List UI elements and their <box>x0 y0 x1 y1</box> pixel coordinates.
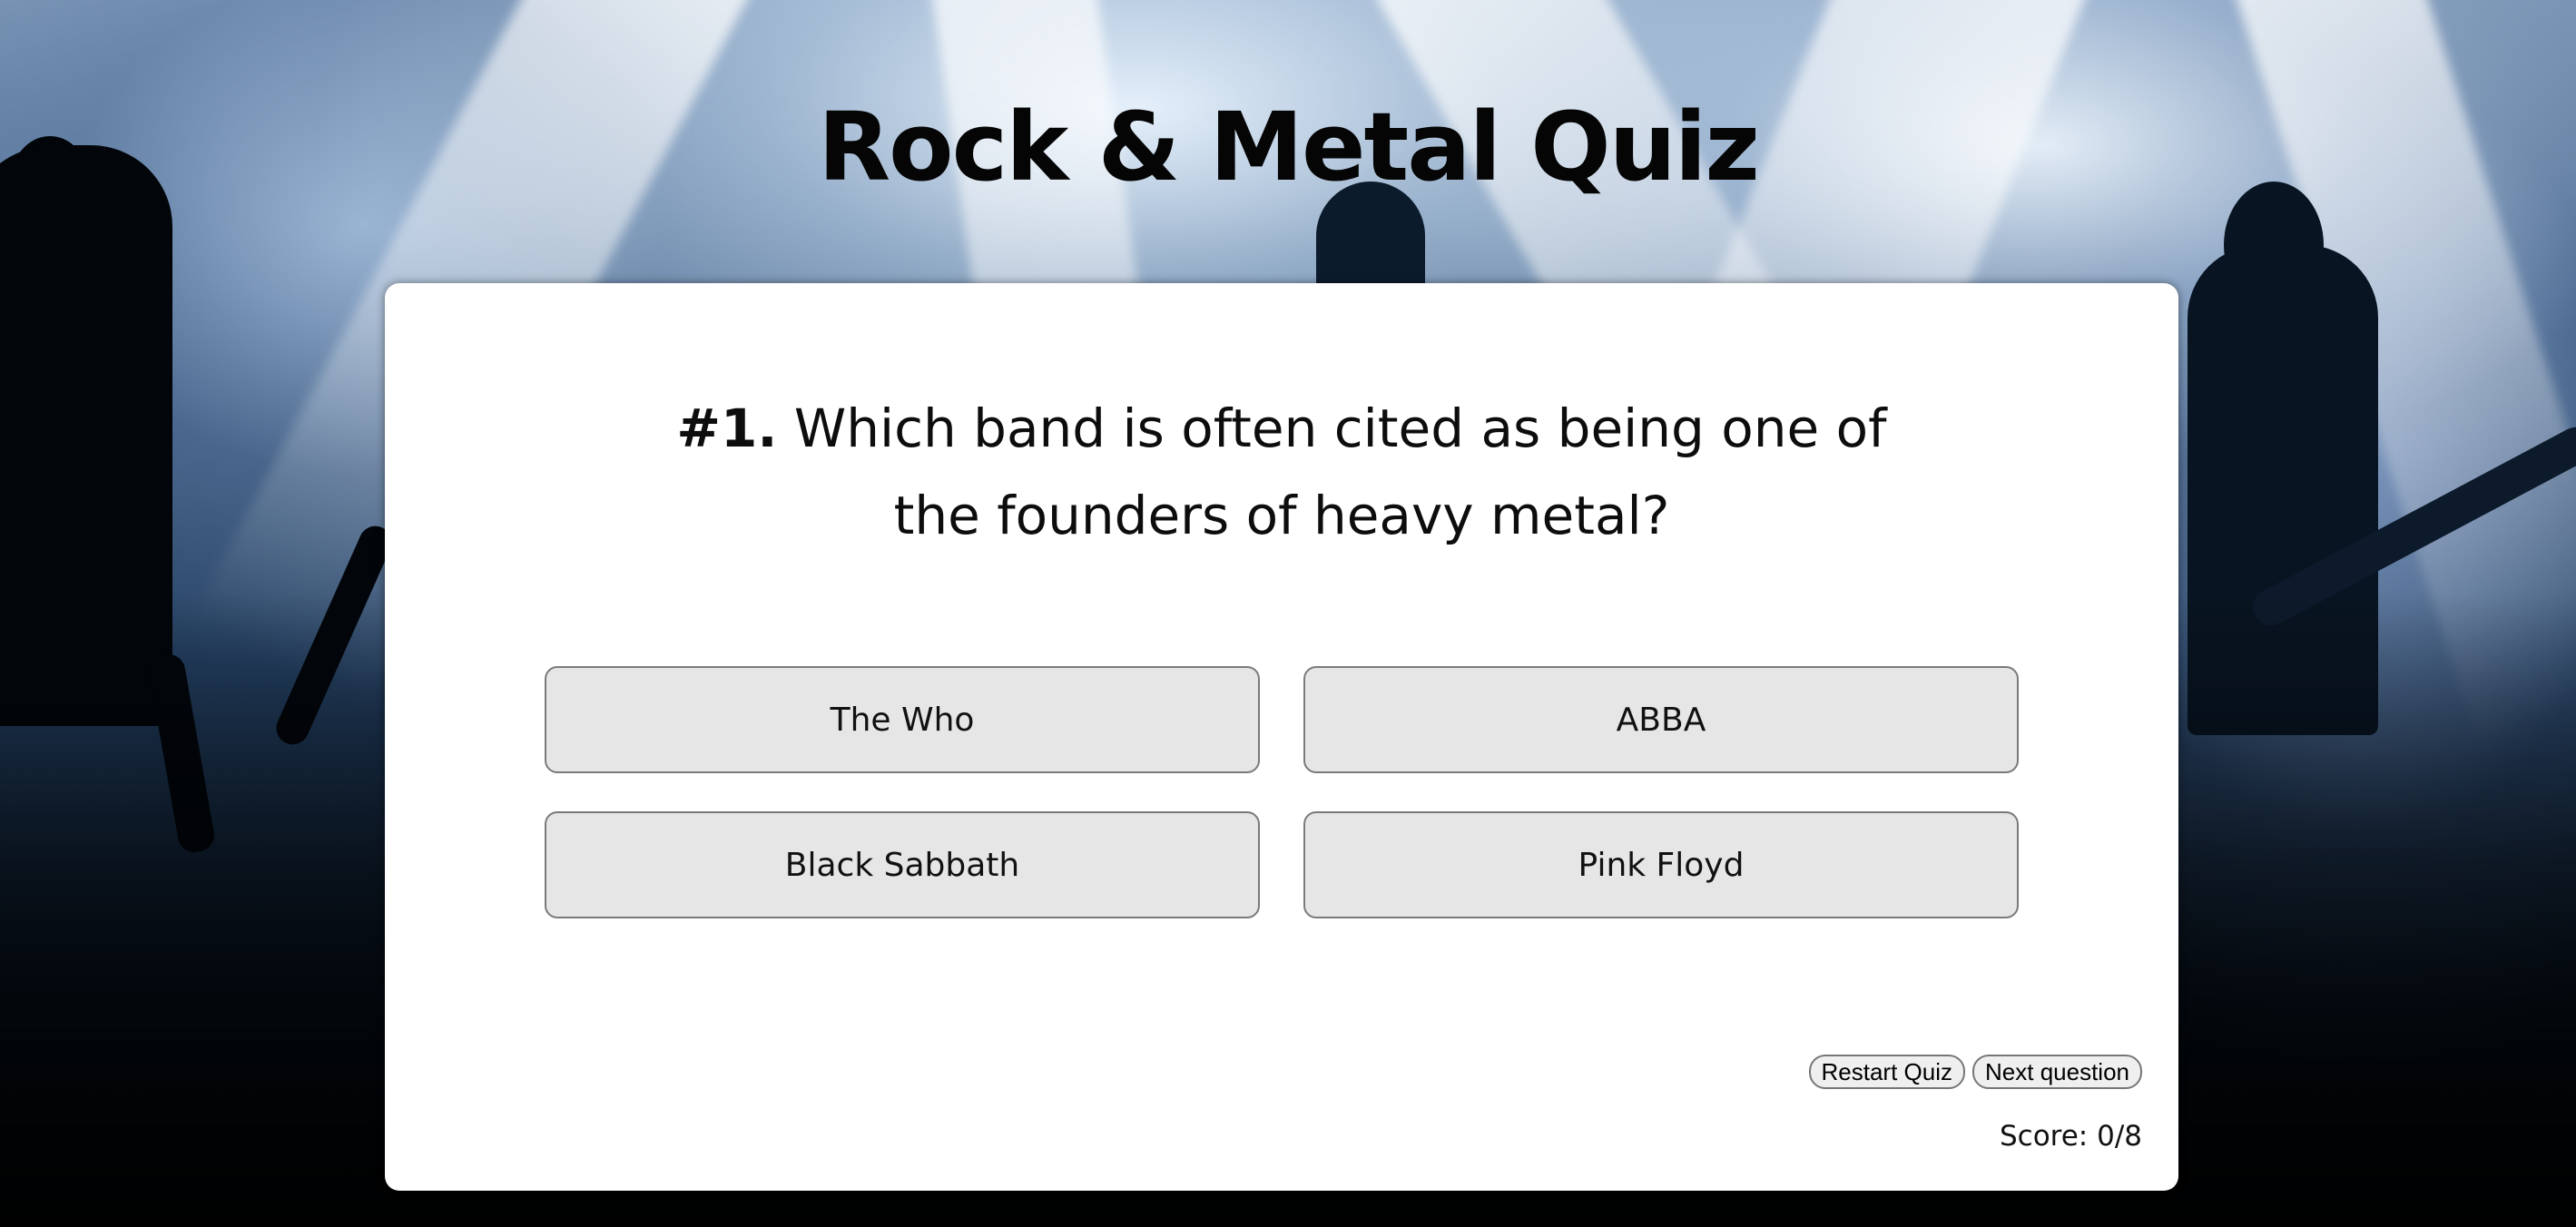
quiz-controls: Restart Quiz Next question <box>1808 1055 2142 1089</box>
question-number: #1. <box>676 398 778 459</box>
answer-button-the-who[interactable]: The Who <box>545 666 1260 773</box>
question-text: Which band is often cited as being one o… <box>793 398 1887 546</box>
quiz-card: #1. Which band is often cited as being o… <box>385 283 2178 1191</box>
question-heading: #1. Which band is often cited as being o… <box>385 385 2178 559</box>
answer-button-black-sabbath[interactable]: Black Sabbath <box>545 811 1260 918</box>
answer-grid: The Who ABBA Black Sabbath Pink Floyd <box>545 666 2020 918</box>
page-title: Rock & Metal Quiz <box>818 92 1760 202</box>
score-display: Score: 0/8 <box>1999 1120 2142 1153</box>
question-wrapper: #1. Which band is often cited as being o… <box>637 385 1926 559</box>
next-question-button[interactable]: Next question <box>1972 1055 2142 1089</box>
answer-button-pink-floyd[interactable]: Pink Floyd <box>1303 811 2019 918</box>
restart-quiz-button[interactable]: Restart Quiz <box>1808 1055 1966 1089</box>
answer-button-abba[interactable]: ABBA <box>1303 666 2019 773</box>
